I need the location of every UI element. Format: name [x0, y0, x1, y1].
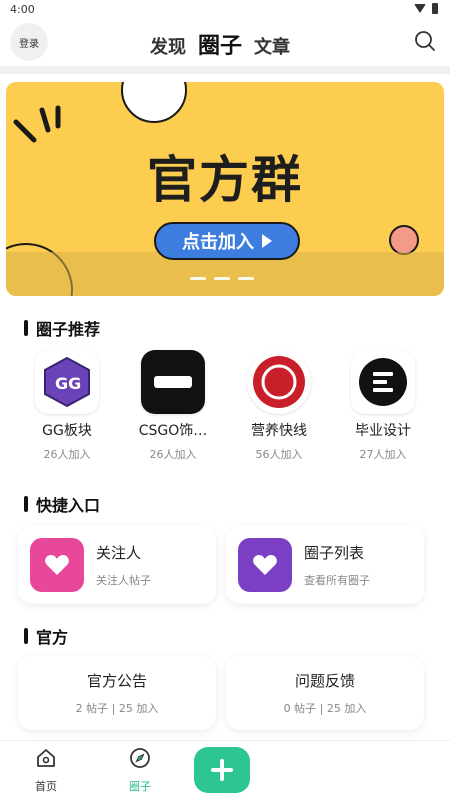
gg-logo-icon: GG	[35, 350, 99, 414]
heart-icon	[30, 538, 84, 592]
nav-circles-label: 圈子	[129, 780, 151, 793]
circle-count: 26人加入	[43, 448, 91, 461]
circle-name: 营养快线	[251, 423, 307, 439]
quick-card-subtitle: 查看所有圈子	[304, 574, 370, 587]
banner-carousel[interactable]: 官方群 点击加入	[6, 82, 444, 296]
circle-count: 27人加入	[359, 448, 407, 461]
play-arrow-icon	[262, 234, 272, 248]
battery-icon	[432, 3, 438, 14]
official-card-stats: 2 帖子 | 25 加入	[75, 702, 159, 715]
bottom-nav: 首页 圈子	[0, 740, 450, 800]
banner-title: 官方群	[147, 151, 303, 209]
carousel-dot	[238, 277, 254, 280]
circle-item-graduation[interactable]: 毕业设计 27人加入	[338, 350, 428, 462]
circle-count: 56人加入	[255, 448, 303, 461]
section-official-label: 官方	[36, 628, 69, 647]
official-card-title: 问题反馈	[294, 672, 355, 690]
circle-name: CSGO饰…	[138, 423, 208, 439]
section-quick-label: 快捷入口	[36, 496, 101, 515]
quick-card-title: 关注人	[96, 544, 142, 562]
section-official-title: 官方	[24, 624, 68, 648]
tab-discover[interactable]: 发现	[150, 33, 186, 59]
circle-count: 26人加入	[149, 448, 197, 461]
circle-item-nutrition[interactable]: 营养快线 56人加入	[234, 350, 324, 462]
carousel-indicator	[190, 277, 254, 280]
section-circles-title: 圈子推荐	[24, 316, 100, 340]
section-circles-label: 圈子推荐	[36, 320, 101, 339]
quick-card-subtitle: 关注人帖子	[96, 574, 151, 587]
status-bar: 4:00	[0, 0, 450, 20]
header-divider	[0, 66, 450, 74]
circle-item-csgo[interactable]: CSGO饰… 26人加入	[128, 350, 218, 462]
plus-icon	[211, 759, 233, 781]
header-tabs: 发现 圈子 文章	[150, 28, 290, 60]
circle-item-gg[interactable]: GG GG板块 26人加入	[22, 350, 112, 462]
official-card-feedback[interactable]: 问题反馈 0 帖子 | 25 加入	[226, 656, 424, 730]
banner-join-label: 点击加入	[182, 232, 254, 253]
banner-join-button[interactable]: 点击加入	[154, 222, 300, 260]
tab-circles[interactable]: 圈子	[198, 28, 242, 60]
create-post-button[interactable]	[194, 747, 250, 793]
nav-circles[interactable]: 圈子	[110, 747, 170, 794]
carousel-dot	[214, 277, 230, 280]
circle-name: GG板块	[42, 423, 92, 439]
nav-home-label: 首页	[35, 780, 57, 793]
main-content: 官方群 点击加入 圈子推荐 GG GG板块 26人加入 CSGO饰… 26人加入…	[0, 74, 450, 740]
nav-home[interactable]: 首页	[16, 747, 76, 794]
official-card-title: 官方公告	[86, 672, 147, 690]
compass-icon	[130, 748, 150, 768]
status-time: 4:00	[10, 3, 35, 16]
svg-text:GG: GG	[55, 374, 81, 393]
section-bar	[24, 496, 28, 512]
tab-articles[interactable]: 文章	[254, 33, 290, 59]
status-icons	[414, 3, 438, 14]
circle-name: 毕业设计	[355, 423, 411, 439]
quick-card-following[interactable]: 关注人 关注人帖子	[18, 526, 216, 604]
top-header: 登录 发现 圈子 文章	[0, 20, 450, 66]
login-button[interactable]: 登录	[10, 23, 48, 61]
section-bar	[24, 320, 28, 336]
official-card-stats: 0 帖子 | 25 加入	[283, 702, 367, 715]
carousel-dot	[190, 277, 206, 280]
quick-card-circle-list[interactable]: 圈子列表 查看所有圈子	[226, 526, 424, 604]
wifi-icon	[414, 4, 426, 13]
nutrition-logo-icon	[247, 350, 311, 414]
section-bar	[24, 628, 28, 644]
official-card-announcement[interactable]: 官方公告 2 帖子 | 25 加入	[18, 656, 216, 730]
section-quick-title: 快捷入口	[24, 492, 100, 516]
search-icon[interactable]	[414, 30, 436, 52]
csgo-logo-icon	[141, 350, 205, 414]
heart-icon	[238, 538, 292, 592]
menu-logo-icon	[351, 350, 415, 414]
quick-card-title: 圈子列表	[304, 544, 365, 562]
home-icon	[37, 749, 55, 767]
